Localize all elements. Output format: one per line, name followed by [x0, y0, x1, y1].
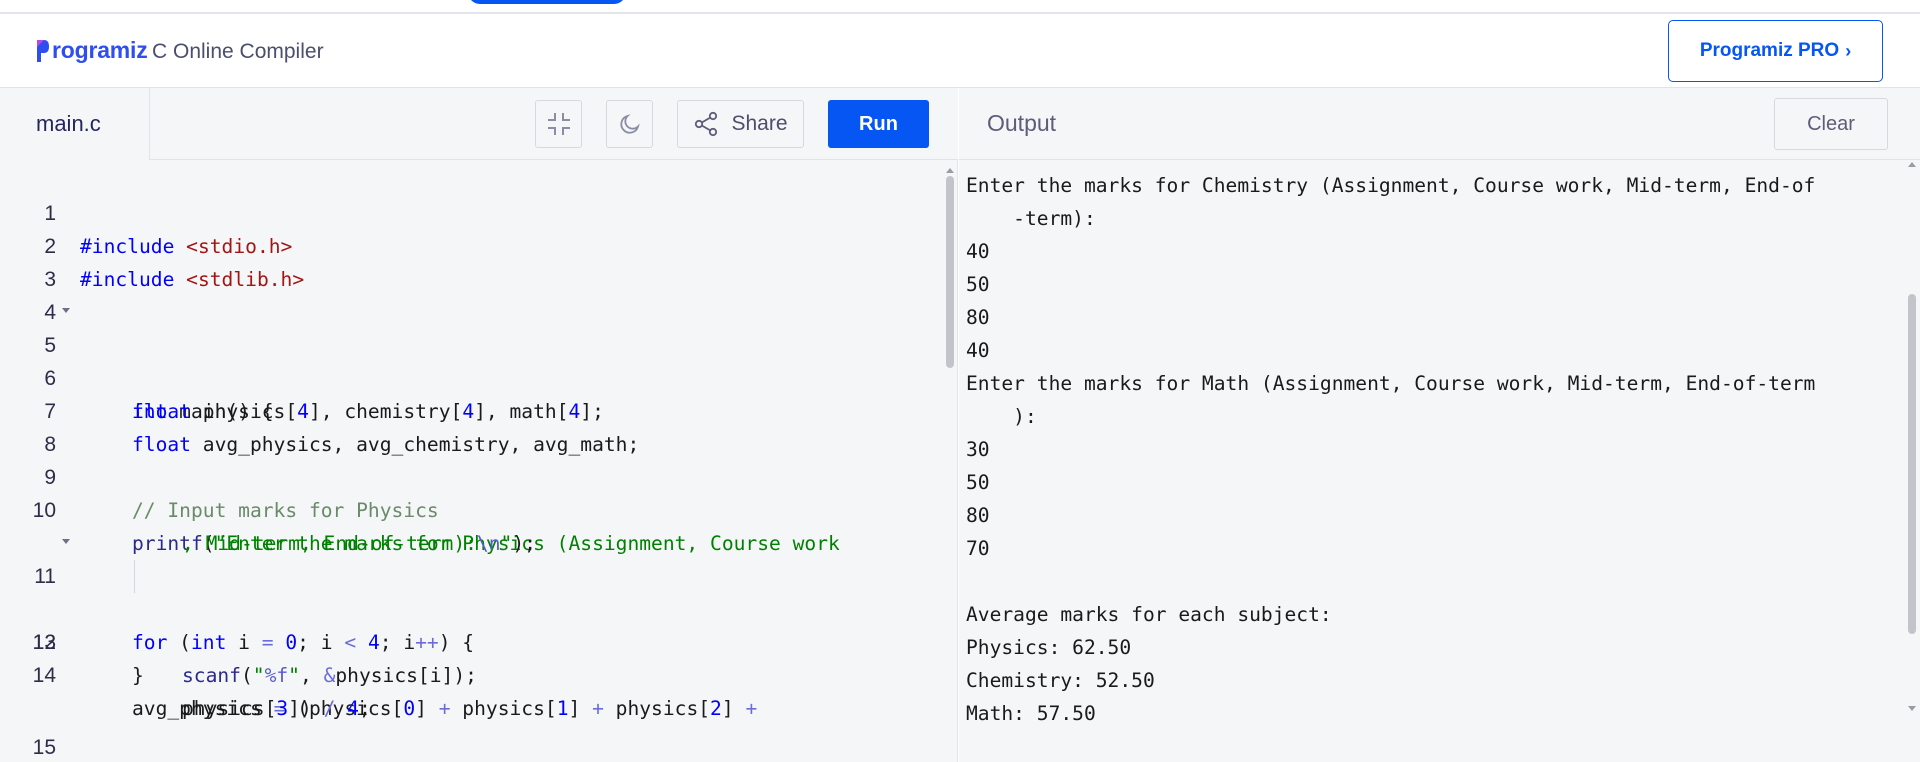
code-line[interactable]: 6 float physics[4], chemistry[4], math[4…	[0, 329, 958, 423]
code-editor[interactable]: 1 #include <stdio.h> 2 #include <stdlib.…	[0, 160, 958, 762]
code-line[interactable]: 8	[0, 395, 958, 456]
scrollbar-thumb[interactable]	[946, 176, 954, 368]
output-toolbar: Output Clear	[959, 88, 1920, 160]
code-line-wrap[interactable]: , Mid-term, End-of-term):\n");	[0, 494, 958, 555]
logo-p-icon	[36, 36, 50, 64]
app-header: rogramiz C Online Compiler Programiz PRO…	[0, 16, 1920, 88]
scroll-up-arrow-icon[interactable]	[1908, 162, 1916, 167]
code-line[interactable]: 3	[0, 230, 958, 291]
output-title: Output	[987, 110, 1057, 136]
output-line: 80	[966, 504, 990, 527]
code-line-wrap[interactable]: physics[3]) / 4;	[0, 659, 958, 720]
output-line: 40	[966, 240, 990, 263]
code-line[interactable]: 14 avg_physics = (physics[0] + physics[1…	[0, 626, 958, 720]
share-icon	[695, 111, 718, 137]
scroll-down-arrow-icon[interactable]	[1908, 706, 1916, 711]
output-line: ):	[966, 405, 1037, 428]
code-line[interactable]: 11 for (int i = 0; i < 4; i++) {	[0, 527, 958, 654]
output-line: -term):	[966, 207, 1096, 230]
share-button-label: Share	[731, 112, 788, 135]
editor-toolbar: main.c Share Run	[0, 88, 958, 160]
code-line[interactable]: 10 printf("Enter the marks for Physics (…	[0, 461, 958, 555]
output-panel: Output Clear Enter the marks for Chemist…	[959, 88, 1920, 762]
run-button[interactable]: Run	[828, 100, 929, 148]
page-title: C Online Compiler	[152, 40, 324, 63]
output-line: Enter the marks for Chemistry (Assignmen…	[966, 174, 1816, 197]
programiz-logo[interactable]: rogramiz	[36, 34, 148, 66]
code-line[interactable]: 5 int main() {	[0, 296, 958, 423]
indent-guide	[134, 560, 135, 593]
fold-arrow-icon[interactable]	[62, 539, 70, 544]
scrollbar-thumb[interactable]	[1908, 294, 1916, 634]
code-line[interactable]: 13 }	[0, 593, 958, 687]
line-number: 15	[32, 736, 56, 759]
dark-mode-button[interactable]	[606, 100, 653, 148]
output-line: 50	[966, 273, 990, 296]
output-line: 50	[966, 471, 990, 494]
output-line: Average marks for each subject:	[966, 603, 1332, 626]
pro-button-label: Programiz PRO	[1699, 40, 1840, 61]
code-line[interactable]: 9 // Input marks for Physics	[0, 428, 958, 522]
collapse-icon	[547, 113, 570, 135]
chevron-right-icon: ›	[1845, 40, 1852, 61]
output-line: Chemistry: 52.50	[966, 669, 1155, 692]
output-line: Enter the marks for Math (Assignment, Co…	[966, 372, 1816, 395]
output-console[interactable]: Enter the marks for Chemistry (Assignmen…	[959, 160, 1920, 762]
clear-button[interactable]: Clear	[1774, 98, 1888, 150]
share-button[interactable]: Share	[677, 100, 804, 148]
output-line: 80	[966, 306, 990, 329]
scroll-up-arrow-icon[interactable]	[946, 168, 954, 173]
code-editor-panel: main.c Share Run 1 #include <stdio.h> 2 …	[0, 88, 958, 762]
top-accent-pill	[468, 0, 626, 4]
code-line[interactable]: 15	[0, 698, 958, 759]
fullscreen-toggle-button[interactable]	[535, 100, 582, 148]
code-line[interactable]: 1 #include <stdio.h>	[0, 164, 958, 258]
editor-scrollbar[interactable]	[946, 168, 954, 762]
file-tab-main-c[interactable]: main.c	[0, 88, 150, 160]
output-scrollbar[interactable]	[1908, 162, 1916, 762]
top-strip	[0, 0, 1920, 14]
output-line: Physics: 62.50	[966, 636, 1132, 659]
code-line[interactable]: 12 scanf("%f", &physics[i]);	[0, 560, 958, 687]
output-line: 30	[966, 438, 990, 461]
output-line: Math: 57.50	[966, 702, 1096, 725]
programiz-pro-button[interactable]: Programiz PRO ›	[1668, 20, 1883, 82]
output-line: 70	[966, 537, 990, 560]
code-line[interactable]: 7 float avg_physics, avg_chemistry, avg_…	[0, 362, 958, 456]
fold-arrow-icon[interactable]	[62, 308, 70, 313]
moon-icon	[619, 114, 640, 134]
logo-text: rogramiz	[52, 36, 148, 63]
code-line[interactable]: 4	[0, 263, 958, 324]
code-line[interactable]: 2 #include <stdlib.h>	[0, 197, 958, 291]
output-line: 40	[966, 339, 990, 362]
